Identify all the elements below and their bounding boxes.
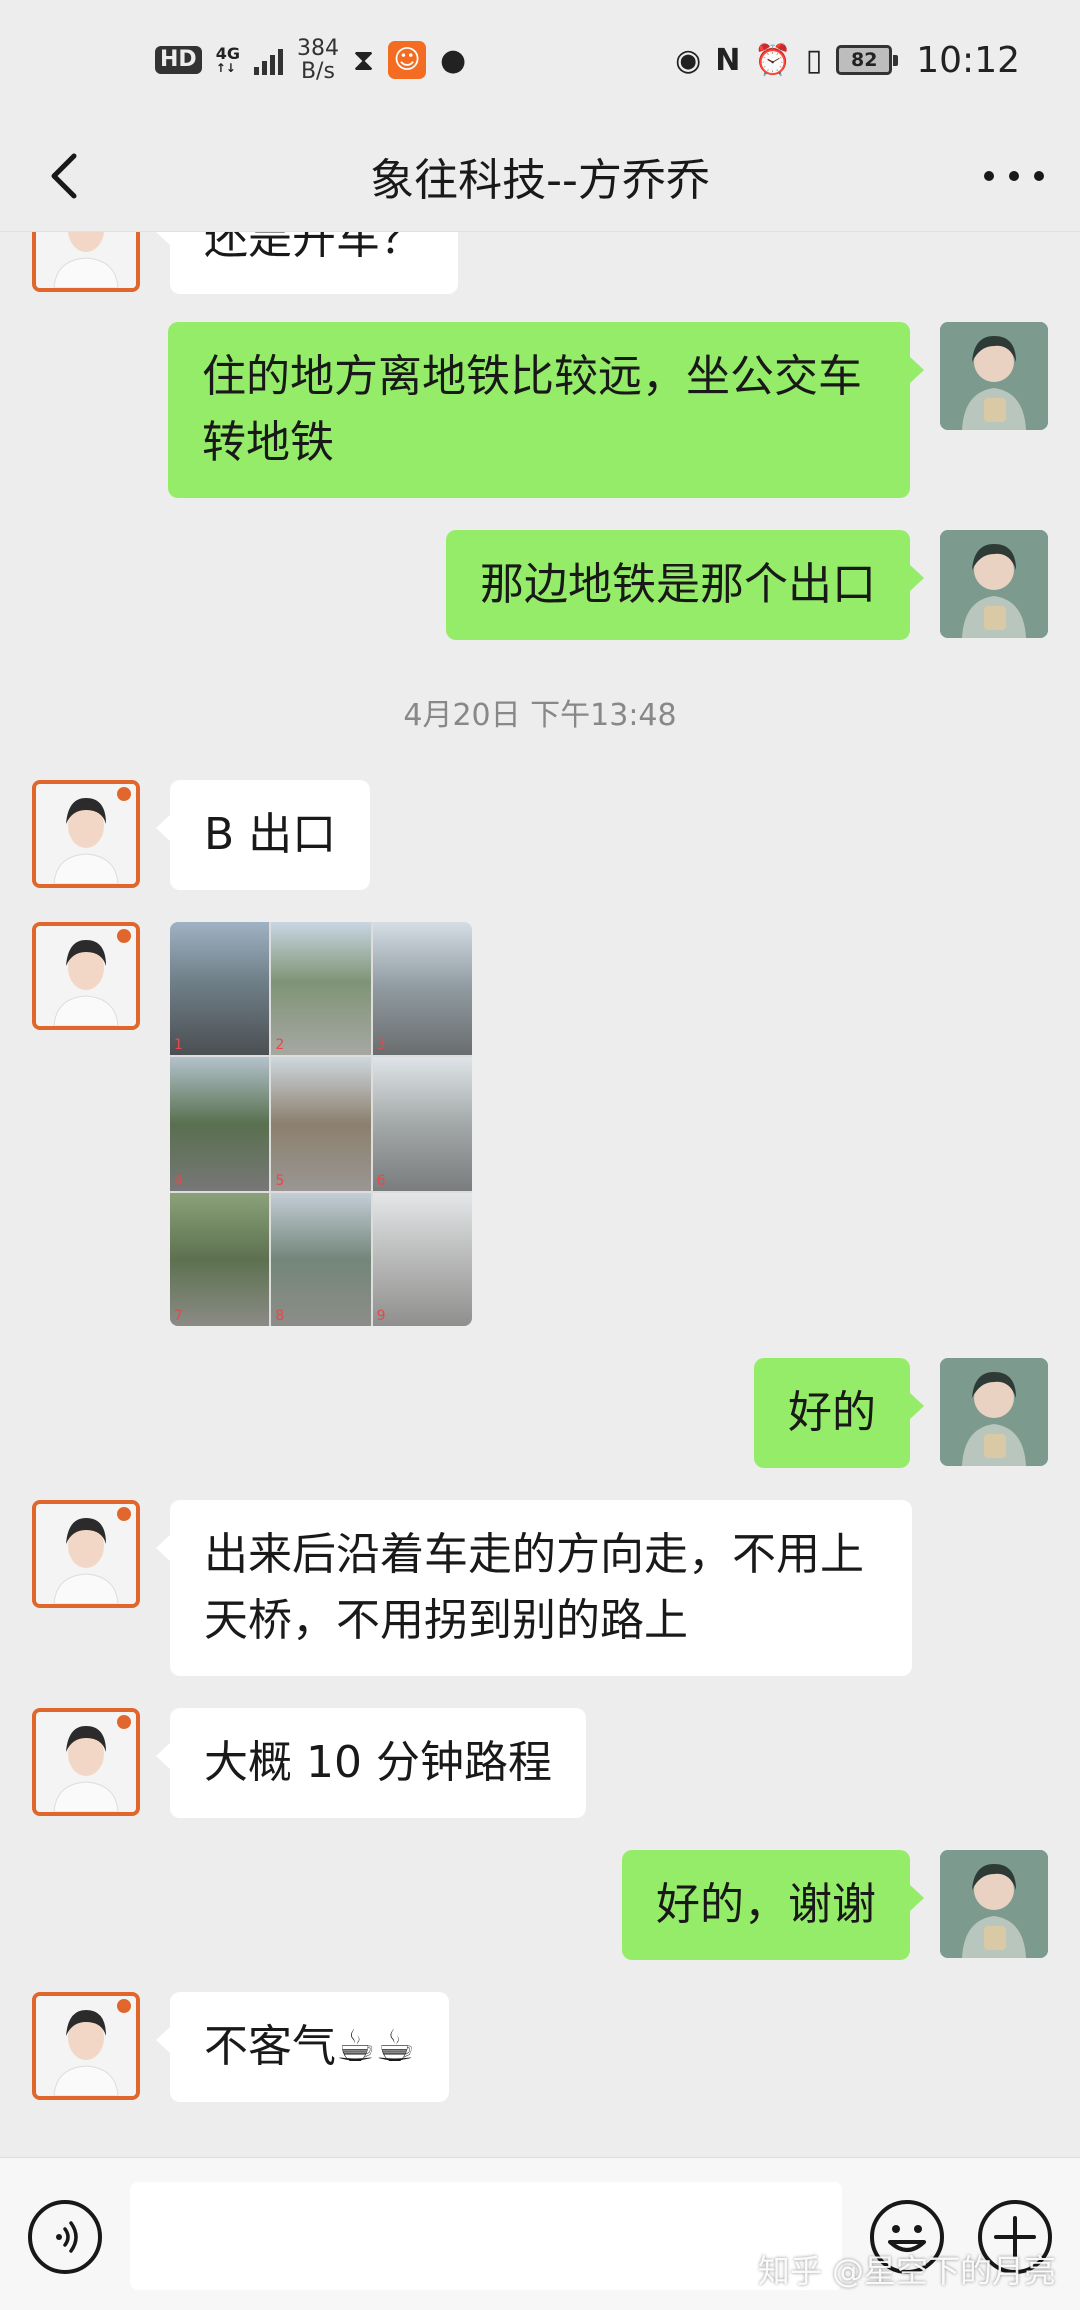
- message-bubble[interactable]: 还是开车？: [156, 232, 458, 294]
- message-bubble[interactable]: 住的地方离地铁比较远，坐公交车 转地铁: [168, 322, 924, 498]
- message-row: 还是开车？: [0, 232, 1080, 294]
- chat-title: 象往科技--方乔乔: [370, 154, 710, 206]
- alarm-icon: ⏰: [754, 42, 792, 78]
- network-type: 4G ↑↓: [215, 44, 240, 75]
- voice-input-button[interactable]: [28, 2200, 102, 2274]
- contact-avatar[interactable]: [32, 1500, 140, 1608]
- voice-icon: [56, 2221, 78, 2253]
- photo-thumbnail: 1: [170, 922, 270, 1056]
- photo-thumbnail: 9: [372, 1192, 472, 1326]
- photo-thumbnail: 4: [170, 1057, 270, 1191]
- message-bubble[interactable]: 大概 10 分钟路程: [156, 1708, 586, 1818]
- chevron-left-icon: [51, 153, 77, 199]
- message-notification-icon: ●: [440, 42, 467, 78]
- message-row: B 出口: [0, 780, 1080, 890]
- more-button[interactable]: [984, 156, 1044, 196]
- contact-avatar[interactable]: [32, 1992, 140, 2100]
- nfc-icon: N: [715, 42, 741, 78]
- message-timestamp: 4月20日 下午13:48: [403, 698, 677, 733]
- dot-icon: [984, 171, 994, 181]
- photo-thumbnail: 8: [271, 1192, 371, 1326]
- photo-thumbnail: 6: [372, 1057, 472, 1191]
- message-row: 好的: [0, 1358, 1080, 1468]
- chat-header: 象往科技--方乔乔: [0, 120, 1080, 232]
- photo-thumbnail: 2: [271, 922, 371, 1056]
- back-button[interactable]: [36, 146, 96, 206]
- contact-avatar[interactable]: [32, 922, 140, 1030]
- network-speed: 384 B/s: [296, 35, 339, 84]
- input-bar: 知乎 @星空下的月亮: [0, 2157, 1080, 2310]
- photo-thumbnail: 3: [372, 922, 472, 1056]
- eye-icon: ◉: [675, 42, 702, 78]
- hd-icon: HD: [155, 45, 202, 75]
- message-row: 好的，谢谢: [0, 1850, 1080, 1960]
- message-row: 住的地方离地铁比较远，坐公交车 转地铁: [0, 322, 1080, 502]
- clock: 10:12: [916, 39, 1020, 81]
- self-avatar[interactable]: [940, 322, 1048, 430]
- photo-thumbnail: 5: [271, 1057, 371, 1191]
- message-bubble[interactable]: B 出口: [155, 780, 371, 890]
- chat-messages[interactable]: 还是开车？ 住的地方离地铁比较远，坐公交车 转地铁 那边地铁是那个出口 4月20…: [0, 232, 1080, 2157]
- dot-icon: [1034, 171, 1044, 181]
- message-row: 大概 10 分钟路程: [0, 1708, 1080, 1818]
- message-row: 1 2 3 4 5 6 7 8 9: [0, 922, 1080, 1332]
- message-row: 出来后沿着车走的方向走，不用上 天桥，不用拐到别的路上: [0, 1500, 1080, 1680]
- contact-avatar[interactable]: [32, 780, 140, 888]
- message-input[interactable]: [130, 2182, 842, 2290]
- self-avatar[interactable]: [940, 530, 1048, 638]
- app-notification-icon: ☺: [388, 41, 427, 79]
- hourglass-icon: ⧗: [352, 42, 375, 78]
- contact-avatar[interactable]: [32, 232, 140, 292]
- contact-avatar[interactable]: [32, 1708, 140, 1816]
- message-row: 那边地铁是那个出口: [0, 530, 1080, 640]
- self-avatar[interactable]: [940, 1358, 1048, 1466]
- status-bar: HD 4G ↑↓ 384 B/s ⧗ ☺ ● ◉ N ⏰ ▯ 82 10:12: [0, 0, 1080, 120]
- watermark: 知乎 @星空下的月亮: [757, 2252, 1056, 2290]
- battery-icon: 82: [836, 45, 899, 75]
- message-bubble[interactable]: 不客气☕☕: [156, 1992, 449, 2102]
- signal-icon: [253, 45, 283, 75]
- message-bubble[interactable]: 出来后沿着车走的方向走，不用上 天桥，不用拐到别的路上: [156, 1500, 912, 1676]
- message-bubble[interactable]: 好的: [754, 1358, 924, 1468]
- message-bubble[interactable]: 那边地铁是那个出口: [446, 530, 924, 640]
- self-avatar[interactable]: [940, 1850, 1048, 1958]
- image-message[interactable]: 1 2 3 4 5 6 7 8 9: [170, 922, 472, 1326]
- dot-icon: [1009, 171, 1019, 181]
- message-bubble[interactable]: 好的，谢谢: [622, 1850, 924, 1960]
- message-row: 不客气☕☕: [0, 1992, 1080, 2102]
- vibrate-icon: ▯: [805, 42, 823, 78]
- photo-thumbnail: 7: [170, 1192, 270, 1326]
